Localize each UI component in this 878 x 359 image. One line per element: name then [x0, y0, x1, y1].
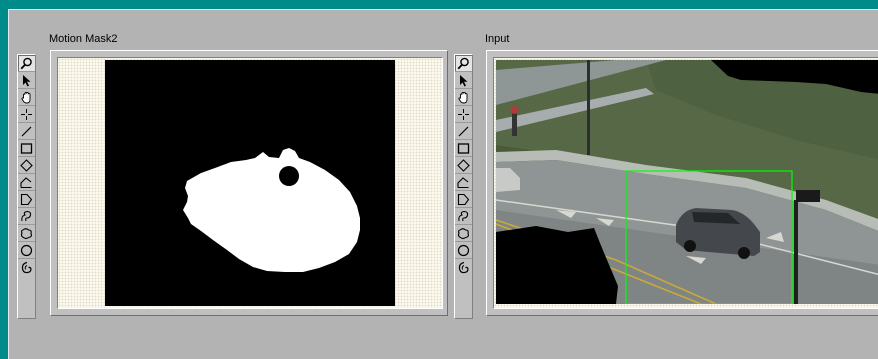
input-title: Input — [485, 33, 510, 45]
pointer-icon — [23, 74, 31, 86]
polygon-tool[interactable] — [455, 191, 472, 208]
zoom-tool[interactable] — [455, 55, 472, 72]
hand-tool[interactable] — [18, 89, 35, 106]
motion-mask-image[interactable] — [105, 60, 395, 306]
motion-mask-title: Motion Mask2 — [49, 33, 118, 45]
ellipse-tool[interactable] — [455, 242, 472, 259]
ellipse-icon — [457, 244, 470, 256]
line-icon — [21, 126, 32, 136]
diamond-tool[interactable] — [18, 157, 35, 174]
magic-wand-tool[interactable] — [18, 259, 35, 276]
hand-icon — [458, 91, 468, 103]
left-toolbar — [17, 54, 36, 319]
closed-freehand-icon — [20, 227, 32, 239]
pointer-tool[interactable] — [455, 72, 472, 89]
rectangle-icon — [20, 142, 33, 154]
motion-mask-view[interactable] — [57, 57, 443, 309]
input-camera-image[interactable] — [496, 60, 878, 304]
closed-freehand-tool[interactable] — [455, 225, 472, 242]
freehand-tool[interactable] — [18, 208, 35, 225]
magic-wand-icon — [458, 261, 469, 274]
zoom-icon — [20, 57, 32, 69]
right-toolbar — [454, 54, 473, 319]
freehand-icon — [458, 210, 469, 221]
polygon-tool[interactable] — [18, 191, 35, 208]
line-tool[interactable] — [18, 123, 35, 140]
rectangle-tool[interactable] — [455, 140, 472, 157]
ellipse-icon — [20, 244, 33, 256]
polygon-icon — [20, 193, 33, 205]
freehand-icon — [21, 210, 32, 221]
input-view[interactable] — [493, 57, 878, 309]
hand-tool[interactable] — [455, 89, 472, 106]
main-window: Motion Mask2 Input — [8, 9, 878, 359]
crosshair-tool[interactable] — [455, 106, 472, 123]
closed-freehand-tool[interactable] — [18, 225, 35, 242]
polyline-icon — [457, 176, 469, 188]
closed-freehand-icon — [457, 227, 469, 239]
polyline-tool[interactable] — [455, 174, 472, 191]
magic-wand-icon — [21, 261, 32, 274]
motion-mask-panel — [50, 50, 448, 316]
zoom-icon — [457, 57, 469, 69]
input-panel — [486, 50, 878, 316]
rectangle-tool[interactable] — [18, 140, 35, 157]
diamond-icon — [20, 158, 33, 172]
polyline-tool[interactable] — [18, 174, 35, 191]
hand-icon — [21, 91, 31, 103]
magic-wand-tool[interactable] — [455, 259, 472, 276]
crosshair-icon — [458, 108, 469, 120]
diamond-icon — [457, 158, 470, 172]
polygon-icon — [457, 193, 470, 205]
zoom-tool[interactable] — [18, 55, 35, 72]
polyline-icon — [20, 176, 32, 188]
ellipse-tool[interactable] — [18, 242, 35, 259]
diamond-tool[interactable] — [455, 157, 472, 174]
pointer-tool[interactable] — [18, 72, 35, 89]
line-icon — [458, 126, 469, 136]
pointer-icon — [460, 74, 468, 86]
freehand-tool[interactable] — [455, 208, 472, 225]
crosshair-icon — [21, 108, 32, 120]
line-tool[interactable] — [455, 123, 472, 140]
crosshair-tool[interactable] — [18, 106, 35, 123]
rectangle-icon — [457, 142, 470, 154]
